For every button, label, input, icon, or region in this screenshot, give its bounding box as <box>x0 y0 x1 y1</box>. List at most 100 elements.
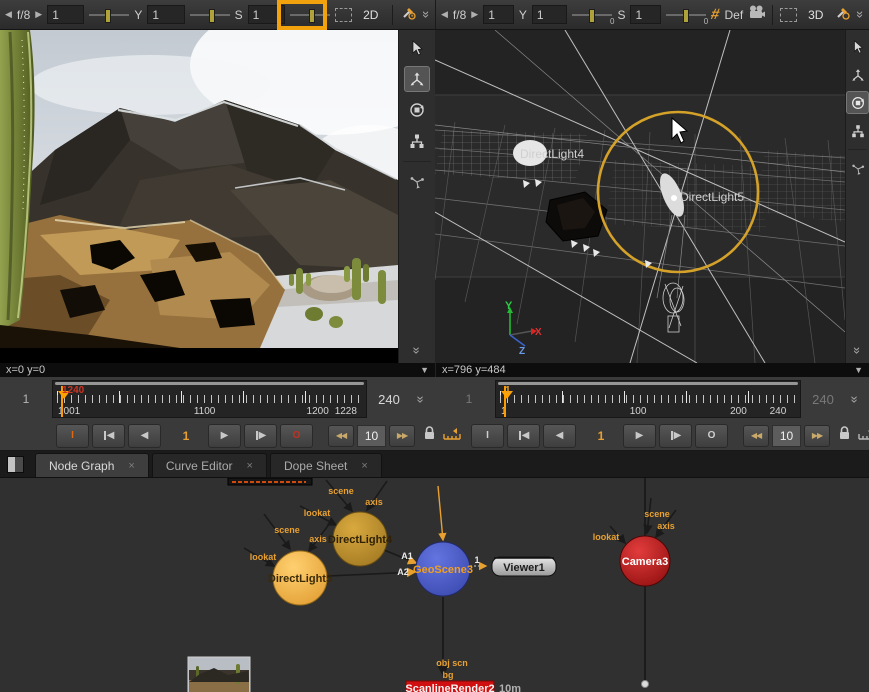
gain-slider[interactable] <box>89 14 129 16</box>
toolbar-overflow-chevron-icon[interactable]: » <box>854 11 867 18</box>
saturation-slider[interactable]: 0 <box>666 14 706 16</box>
set-out-point-button[interactable]: O <box>695 424 728 448</box>
tab-curve-editor[interactable]: Curve Editor × <box>152 453 267 477</box>
step-forward-button[interactable]: ▶▶ <box>389 425 415 447</box>
camera-icon[interactable] <box>748 5 765 24</box>
viewer-mode-2d-dropdown[interactable]: 2D <box>357 5 385 25</box>
lock-range-icon[interactable] <box>838 426 851 445</box>
play-forward-button[interactable]: ▶ <box>623 424 656 448</box>
gain-field[interactable]: 1 <box>483 5 514 24</box>
prev-keyframe-button[interactable]: ◀ <box>507 424 540 448</box>
fstop-increase-icon[interactable]: ▶ <box>471 10 478 19</box>
edge-directlight4-geoscene[interactable] <box>384 550 416 563</box>
edge-scene-to-geoscene[interactable] <box>438 486 443 540</box>
frame-range-icon[interactable] <box>858 427 869 445</box>
region-of-interest-icon[interactable] <box>780 8 797 22</box>
edge-directlight5-geoscene[interactable] <box>328 572 415 576</box>
translate-tool-icon[interactable] <box>404 66 430 92</box>
next-keyframe-button[interactable]: ▶ <box>244 424 277 448</box>
saturation-field[interactable]: 1 <box>630 5 661 24</box>
timeline-chevron-icon[interactable]: » <box>415 389 428 409</box>
timeline-chevron-icon[interactable]: » <box>849 389 862 409</box>
playhead[interactable]: 1240 <box>61 386 63 417</box>
gain-field[interactable]: 1 <box>47 5 84 24</box>
play-backward-button[interactable]: ◀ <box>128 424 161 448</box>
range-start-field[interactable]: 1 <box>443 392 495 406</box>
fstop-decrease-icon[interactable]: ◀ <box>441 10 448 19</box>
set-in-point-button[interactable]: I <box>471 424 504 448</box>
viewer3d-viewport[interactable]: DirectLight4 DirectLight5 <box>435 30 845 363</box>
saturation-slider[interactable] <box>290 14 330 16</box>
node-geoscene[interactable]: GeoScene3 <box>413 542 473 596</box>
frame-increment-field[interactable]: 10 <box>772 425 801 447</box>
fstop-increase-icon[interactable]: ▶ <box>35 10 42 19</box>
current-frame-field[interactable]: 1 <box>164 429 208 443</box>
node-graph-canvas[interactable]: scene axis lookat scene axis lookat scen… <box>0 478 869 692</box>
panel-layout-icon[interactable] <box>7 456 24 473</box>
gamma-slider[interactable] <box>190 14 230 16</box>
color-sampler-icon[interactable] <box>401 4 417 25</box>
timeline-scrollbar[interactable] <box>498 382 798 385</box>
viewer2d-timeline: 1 1001 1100 1200 1228 1240 240 » <box>0 377 435 421</box>
fstop-decrease-icon[interactable]: ◀ <box>5 10 12 19</box>
frame-ruler[interactable]: 1001 1100 1200 1228 1240 <box>52 380 367 418</box>
scale-tool-icon[interactable] <box>846 119 869 142</box>
skew-tool-icon[interactable] <box>846 157 869 180</box>
set-out-point-button[interactable]: O <box>280 424 313 448</box>
step-forward-button[interactable]: ▶▶ <box>804 425 830 447</box>
translate-tool-icon[interactable] <box>846 63 869 86</box>
saturation-field[interactable]: 1 <box>248 5 285 24</box>
play-backward-button[interactable]: ◀ <box>543 424 576 448</box>
tab-close-icon[interactable]: × <box>361 460 367 472</box>
status-dropdown-icon[interactable]: ▼ <box>854 366 863 375</box>
node-scanlinerender2[interactable]: ScanlineRender2 <box>405 681 494 692</box>
next-keyframe-button[interactable]: ▶ <box>659 424 692 448</box>
viewer2d-viewport[interactable] <box>0 30 398 363</box>
step-back-button[interactable]: ◀◀ <box>743 425 769 447</box>
range-end-field[interactable]: 240 <box>367 392 411 407</box>
range-end-field[interactable]: 240 <box>801 392 845 407</box>
prev-keyframe-button[interactable]: ◀ <box>92 424 125 448</box>
side-toolbar-chevron-icon[interactable]: » <box>411 333 424 369</box>
tab-node-graph[interactable]: Node Graph × <box>35 453 149 477</box>
toolbar-overflow-chevron-icon[interactable]: » <box>420 11 433 18</box>
tab-label: Node Graph <box>49 459 114 473</box>
region-of-interest-icon[interactable] <box>335 8 352 22</box>
current-frame-field[interactable]: 1 <box>579 429 623 443</box>
set-in-point-button[interactable]: I <box>56 424 89 448</box>
timeline-row: 1 1001 1100 1200 1228 1240 240 » 1 <box>0 377 869 421</box>
skew-tool-icon[interactable] <box>404 169 430 195</box>
scanline-suffix-label: 10m <box>499 683 521 692</box>
step-back-button[interactable]: ◀◀ <box>328 425 354 447</box>
gamma-slider[interactable]: 0 <box>572 14 612 16</box>
range-start-field[interactable]: 1 <box>0 392 52 406</box>
color-sampler-icon[interactable] <box>835 4 851 25</box>
grid-display-icon[interactable]: # <box>709 6 721 23</box>
rotate-tool-icon[interactable] <box>404 97 430 123</box>
edge-elbow-dot[interactable] <box>642 681 649 688</box>
select-tool-icon[interactable] <box>846 35 869 58</box>
tab-close-icon[interactable]: × <box>128 460 134 472</box>
gamma-field[interactable]: 1 <box>532 5 568 24</box>
side-toolbar-chevron-icon[interactable]: » <box>851 339 864 362</box>
rotate-tool-icon[interactable] <box>846 91 869 114</box>
render-thumbnail[interactable] <box>188 657 250 692</box>
node-camera3[interactable]: Camera3 <box>620 536 670 586</box>
playhead[interactable]: 1 <box>504 386 506 417</box>
clipped-node-top[interactable] <box>228 478 312 485</box>
scale-tool-icon[interactable] <box>404 128 430 154</box>
frame-increment-field[interactable]: 10 <box>357 425 386 447</box>
frame-ruler[interactable]: 1 100 200 240 1 <box>495 380 801 418</box>
node-directlight5[interactable]: DirectLight5 <box>268 551 332 605</box>
tab-close-icon[interactable]: × <box>247 460 253 472</box>
node-directlight4[interactable]: DirectLight4 <box>328 512 393 566</box>
select-tool-icon[interactable] <box>404 35 430 61</box>
gamma-field[interactable]: 1 <box>147 5 184 24</box>
tab-dope-sheet[interactable]: Dope Sheet × <box>270 453 382 477</box>
status-row: x=0 y=0 ▼ x=796 y=484 ▼ <box>0 363 869 377</box>
play-forward-button[interactable]: ▶ <box>208 424 241 448</box>
node-viewer1[interactable]: Viewer1 <box>492 557 556 576</box>
timeline-scrollbar[interactable] <box>55 382 364 385</box>
viewer-mode-3d-dropdown[interactable]: 3D <box>802 5 830 25</box>
viewer-input-number: 1 <box>474 555 479 565</box>
